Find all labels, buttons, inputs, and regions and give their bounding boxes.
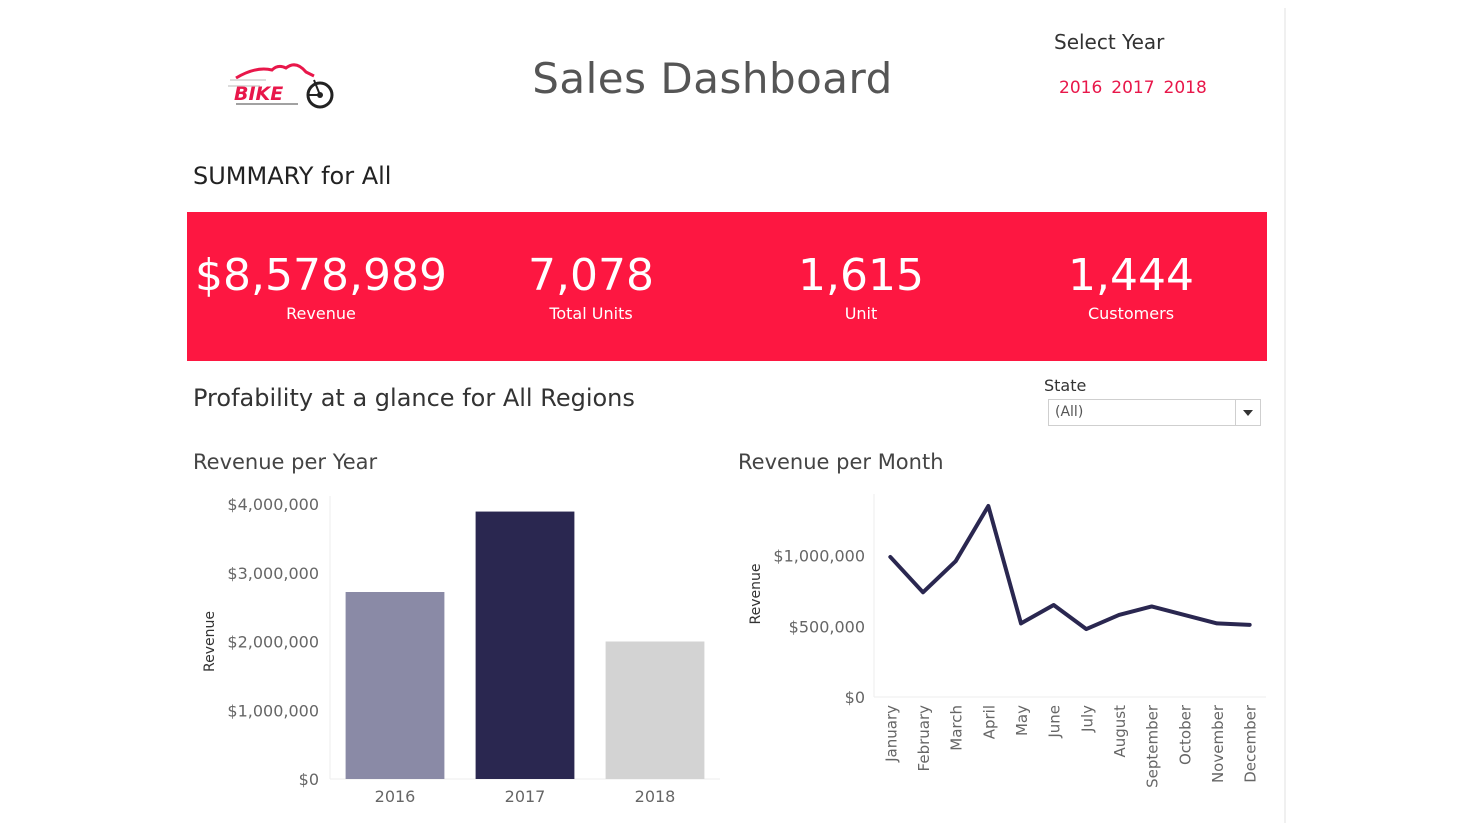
point-april — [986, 504, 990, 508]
revenue-per-year-title: Revenue per Year — [193, 450, 378, 474]
y-tick-label: $1,000,000 — [227, 701, 319, 720]
year-filter: 2016 2017 2018 — [1059, 78, 1207, 98]
x-tick-label: April — [980, 705, 998, 739]
x-tick-label: May — [1013, 705, 1031, 736]
point-august — [1117, 613, 1121, 617]
x-tick-label: December — [1242, 704, 1260, 783]
point-october — [1182, 613, 1186, 617]
revenue-per-month-chart: $0 $500,000 $1,000,000 Revenue January Februa… — [748, 494, 1266, 788]
kpi-revenue: $8,578,989 Revenue — [186, 250, 456, 323]
x-tick-label: September — [1144, 704, 1162, 788]
y-tick-label: $0 — [845, 688, 865, 707]
kpi-label: Total Units — [549, 304, 633, 323]
panel-divider — [1284, 8, 1286, 823]
revenue-line — [888, 504, 1252, 632]
state-dropdown-value: (All) — [1055, 404, 1084, 420]
y-axis-label: Revenue — [202, 611, 218, 672]
y-tick-label: $2,000,000 — [227, 633, 319, 652]
x-tick-label: March — [948, 705, 966, 751]
point-december — [1248, 623, 1252, 627]
y-tick-label: $3,000,000 — [227, 564, 319, 583]
page-title: Sales Dashboard — [532, 54, 893, 103]
summary-title: SUMMARY for All — [193, 162, 392, 190]
point-june — [1052, 603, 1056, 607]
point-february — [921, 590, 925, 594]
logo-text: BIKE — [234, 83, 283, 105]
bike-logo: BIKE — [228, 63, 334, 109]
kpi-label: Unit — [844, 304, 878, 323]
state-filter-label: State — [1044, 376, 1087, 395]
kpi-value: 7,078 — [528, 250, 654, 301]
year-option-2017[interactable]: 2017 — [1111, 78, 1154, 98]
point-september — [1150, 604, 1154, 608]
y-tick-label: $500,000 — [789, 617, 865, 636]
bar-2018 — [605, 641, 705, 779]
kpi-label: Revenue — [286, 304, 356, 323]
select-year-label: Select Year — [1054, 30, 1165, 54]
point-july — [1084, 627, 1088, 631]
x-tick-label: February — [915, 705, 933, 772]
bar-2017 — [475, 511, 575, 779]
year-option-2018[interactable]: 2018 — [1164, 78, 1207, 98]
y-tick-label: $4,000,000 — [227, 495, 319, 514]
x-tick-label: 2018 — [635, 787, 676, 806]
kpi-unit: 1,615 Unit — [726, 250, 996, 323]
profitability-title: Profability at a glance for All Regions — [193, 384, 635, 412]
revenue-per-year-chart: $0 $1,000,000 $2,000,000 $3,000,000 $4,000,0… — [202, 495, 720, 806]
x-tick-label: October — [1176, 704, 1194, 765]
point-november — [1215, 621, 1219, 625]
kpi-label: Customers — [1087, 304, 1175, 323]
kpi-total-units: 7,078 Total Units — [456, 250, 726, 323]
kpi-value: 1,615 — [798, 250, 924, 301]
point-may — [1019, 621, 1023, 625]
year-option-2016[interactable]: 2016 — [1059, 78, 1102, 98]
y-axis-label: Revenue — [748, 564, 764, 625]
x-tick-label: August — [1111, 705, 1129, 758]
x-tick-label: November — [1209, 704, 1227, 783]
revenue-per-month-title: Revenue per Month — [738, 450, 944, 474]
y-tick-label: $1,000,000 — [773, 547, 865, 566]
kpi-customers: 1,444 Customers — [996, 250, 1266, 323]
x-tick-label: January — [882, 705, 900, 763]
x-tick-label: July — [1078, 705, 1096, 733]
chevron-down-icon[interactable] — [1235, 400, 1260, 425]
x-tick-label: June — [1046, 705, 1064, 739]
point-march — [954, 559, 958, 563]
kpi-value: 1,444 — [1068, 250, 1194, 301]
y-tick-label: $0 — [299, 770, 319, 789]
x-tick-label: 2016 — [375, 787, 416, 806]
kpi-value: $8,578,989 — [195, 250, 447, 301]
state-dropdown[interactable]: (All) — [1048, 399, 1261, 426]
point-january — [888, 555, 892, 559]
x-tick-label: 2017 — [505, 787, 546, 806]
bar-2016 — [345, 592, 445, 779]
